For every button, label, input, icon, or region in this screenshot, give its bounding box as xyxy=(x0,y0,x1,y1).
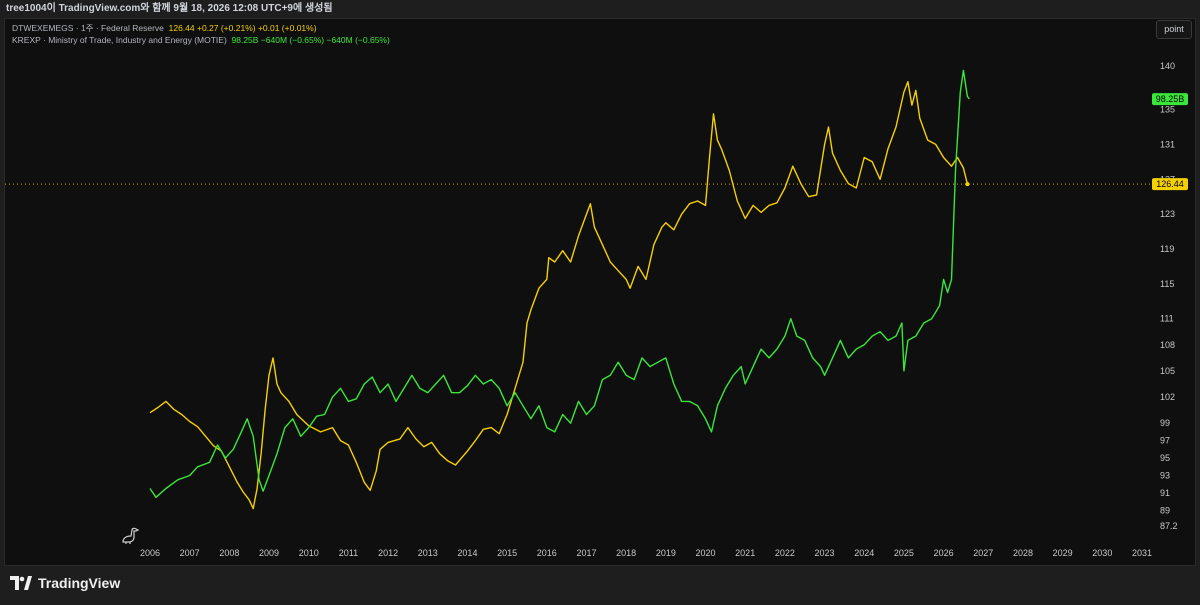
y-tick-label: 123 xyxy=(1160,209,1175,219)
y-tick-label: 115 xyxy=(1160,279,1174,289)
y-tick-label: 135 xyxy=(1160,105,1175,115)
x-tick-label: 2014 xyxy=(457,548,477,558)
y-tick-label: 119 xyxy=(1160,244,1174,254)
x-tick-label: 2015 xyxy=(497,548,517,558)
y-tick-label: 91 xyxy=(1160,488,1170,498)
y-tick-label: 140 xyxy=(1160,61,1175,71)
series-line-krexp xyxy=(149,69,970,498)
y-tick-label: 87.2 xyxy=(1160,521,1178,531)
series1-price-badge: 126.44 xyxy=(1156,179,1184,189)
x-tick-label: 2028 xyxy=(1013,548,1033,558)
y-tick-label: 102 xyxy=(1160,392,1175,402)
x-tick-label: 2019 xyxy=(656,548,676,558)
x-tick-label: 2029 xyxy=(1053,548,1073,558)
point-button[interactable]: point xyxy=(1156,20,1192,39)
x-tick-label: 2009 xyxy=(259,548,279,558)
line-chart: 2006 2007 2008 2009 2010 2011 2012 2013 2014 2015… xyxy=(5,61,1188,558)
x-tick-label: 2008 xyxy=(219,548,239,558)
x-tick-label: 2026 xyxy=(934,548,954,558)
x-tick-label: 2018 xyxy=(616,548,636,558)
legend-series2-values: 98.25B −640M (−0.65%) −640M (−0.65%) xyxy=(231,35,390,45)
y-tick-label: 99 xyxy=(1160,418,1170,428)
series2-price-badge: 98.25B xyxy=(1156,94,1185,104)
x-tick-label: 2006 xyxy=(140,548,160,558)
dinosaur-icon[interactable] xyxy=(120,526,142,551)
x-tick-label: 2013 xyxy=(418,548,438,558)
x-tick-label: 2011 xyxy=(339,548,358,558)
legend-series2-label: KREXP · Ministry of Trade, Industry and … xyxy=(12,35,227,45)
y-tick-label: 108 xyxy=(1160,340,1175,350)
series1-end-marker xyxy=(965,182,970,187)
legend-series1-values: 126.44 +0.27 (+0.21%) +0.01 (+0.01%) xyxy=(168,23,317,33)
legend: DTWEXEMEGS · 1주 · Federal Reserve 126.44… xyxy=(12,22,390,46)
tradingview-logo-icon xyxy=(10,576,32,590)
y-tick-label: 89 xyxy=(1160,505,1170,515)
x-tick-label: 2012 xyxy=(378,548,398,558)
y-tick-label: 131 xyxy=(1160,139,1175,149)
x-tick-label: 2017 xyxy=(576,548,596,558)
legend-series1-label: DTWEXEMEGS · 1주 · Federal Reserve xyxy=(12,23,164,33)
x-tick-label: 2022 xyxy=(775,548,795,558)
series-line-dtwexemegs xyxy=(149,81,969,510)
x-tick-label: 2025 xyxy=(894,548,914,558)
legend-row-series1[interactable]: DTWEXEMEGS · 1주 · Federal Reserve 126.44… xyxy=(12,22,390,34)
footer xyxy=(0,566,1200,605)
y-tick-label: 93 xyxy=(1160,470,1170,480)
y-tick-label: 97 xyxy=(1160,436,1170,446)
x-tick-label: 2020 xyxy=(696,548,716,558)
x-tick-label: 2021 xyxy=(735,548,755,558)
x-tick-label: 2031 xyxy=(1132,548,1152,558)
brand-logo[interactable]: TradingView xyxy=(10,575,120,591)
y-tick-label: 105 xyxy=(1160,366,1175,376)
y-tick-label: 95 xyxy=(1160,453,1170,463)
x-tick-label: 2024 xyxy=(854,548,874,558)
x-tick-label: 2027 xyxy=(973,548,993,558)
brand-name: TradingView xyxy=(38,575,121,591)
x-tick-label: 2016 xyxy=(537,548,557,558)
x-tick-label: 2007 xyxy=(180,548,200,558)
y-tick-label: 111 xyxy=(1160,314,1174,324)
x-tick-label: 2030 xyxy=(1092,548,1112,558)
legend-row-series2[interactable]: KREXP · Ministry of Trade, Industry and … xyxy=(12,34,390,46)
x-tick-label: 2010 xyxy=(299,548,319,558)
x-tick-label: 2023 xyxy=(815,548,835,558)
